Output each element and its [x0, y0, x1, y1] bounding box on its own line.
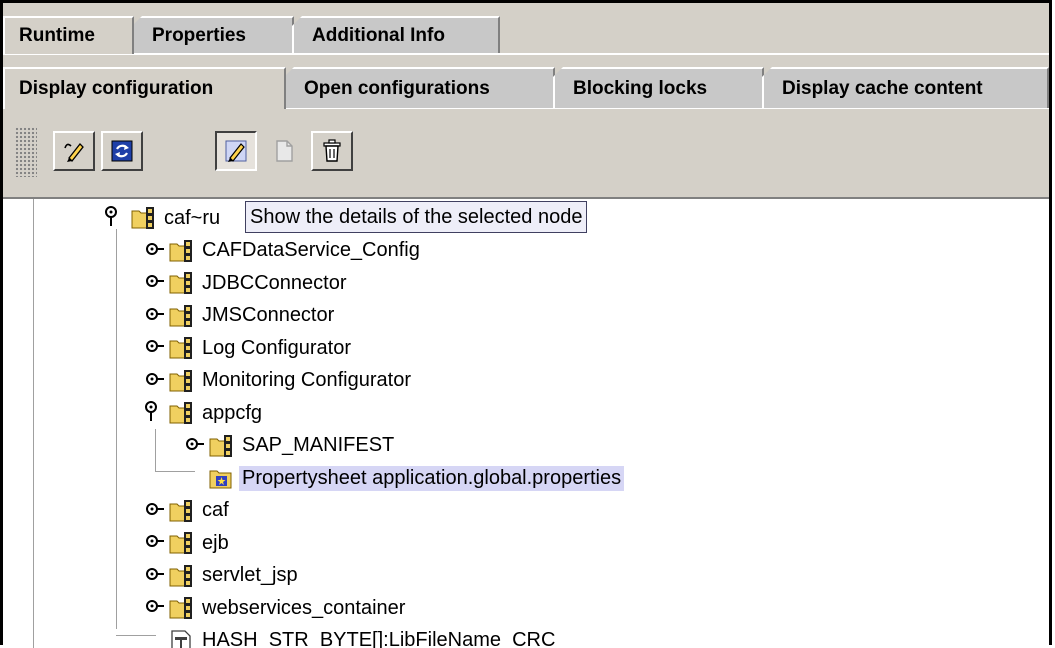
tree-node-label: Monitoring Configurator [199, 368, 414, 393]
sub-tab-bar: Display configuration Open configuration… [3, 67, 1047, 109]
config-folder-icon [169, 564, 193, 588]
tree-node[interactable]: webservices_container [169, 593, 408, 623]
tree-guide-line [155, 471, 195, 472]
file-icon [169, 629, 193, 648]
tab-blocking-locks[interactable]: Blocking locks [553, 67, 764, 109]
tree-node-label: JMSConnector [199, 303, 337, 328]
config-folder-icon [169, 336, 193, 360]
trash-icon [319, 138, 345, 164]
tab-label: Open configurations [304, 78, 490, 100]
tree-guide-line [116, 229, 117, 389]
tab-divider [3, 53, 1049, 55]
tooltip-text: Show the details of the selected node [250, 206, 582, 229]
tree-node-label: Log Configurator [199, 336, 354, 361]
tree-node-label: CAFDataService_Config [199, 238, 423, 263]
expanded-node-toggle-icon[interactable] [103, 205, 123, 227]
new-document-button[interactable] [263, 131, 305, 171]
collapsed-node-toggle-icon[interactable] [145, 368, 165, 390]
edit-mode-icon [61, 138, 87, 164]
tree-guide-line [116, 635, 156, 636]
config-folder-icon [169, 239, 193, 263]
tab-open-configurations[interactable]: Open configurations [284, 67, 555, 109]
tab-additional-info[interactable]: Additional Info [292, 16, 500, 54]
config-folder-icon [209, 434, 233, 458]
main-tab-bar: Runtime Properties Additional Info [3, 16, 498, 54]
edit-mode-button[interactable] [53, 131, 95, 171]
collapsed-node-toggle-icon[interactable] [145, 498, 165, 520]
tab-display-cache-content[interactable]: Display cache content [762, 67, 1049, 109]
tree-guide-line [33, 199, 34, 648]
config-folder-icon [169, 369, 193, 393]
collapsed-node-toggle-icon[interactable] [145, 530, 165, 552]
collapsed-node-toggle-icon[interactable] [185, 433, 205, 455]
tab-label: Additional Info [312, 25, 445, 47]
tab-runtime[interactable]: Runtime [3, 16, 134, 54]
tree-guide-line [155, 429, 156, 471]
collapsed-node-toggle-icon[interactable] [145, 303, 165, 325]
collapsed-node-toggle-icon[interactable] [145, 335, 165, 357]
config-folder-icon [169, 596, 193, 620]
collapsed-node-toggle-icon[interactable] [145, 563, 165, 585]
tab-label: Runtime [19, 25, 95, 47]
tree-node-label: HASH_STR_BYTE[]:LibFileName_CRC [199, 628, 558, 648]
tab-label: Properties [152, 25, 246, 47]
collapsed-node-toggle-icon[interactable] [145, 238, 165, 260]
tree-node-propertysheet[interactable]: Propertysheet application.global.propert… [209, 463, 624, 493]
show-details-button[interactable] [215, 131, 257, 171]
tree-node[interactable]: caf [169, 496, 232, 526]
config-window: Runtime Properties Additional Info Displ… [0, 0, 1052, 645]
pencil-icon [223, 138, 249, 164]
tooltip: Show the details of the selected node [245, 201, 587, 233]
tree-node-label: caf~ru [161, 206, 223, 231]
configuration-tree[interactable]: caf~ru CAFDataService_Config JDBCConnector… [3, 197, 1049, 648]
toolbar [3, 109, 1049, 197]
refresh-button[interactable] [101, 131, 143, 171]
tab-properties[interactable]: Properties [132, 16, 294, 54]
config-folder-icon [169, 499, 193, 523]
tree-node[interactable]: servlet_jsp [169, 561, 301, 591]
tree-node-label: caf [199, 498, 232, 523]
tree-node-label: webservices_container [199, 596, 408, 621]
collapsed-node-toggle-icon[interactable] [145, 270, 165, 292]
tree-node-label: appcfg [199, 401, 265, 426]
expanded-node-toggle-icon[interactable] [143, 400, 163, 422]
config-folder-icon [131, 206, 155, 230]
tree-node[interactable]: CAFDataService_Config [169, 236, 423, 266]
tree-node-appcfg[interactable]: appcfg [169, 398, 265, 428]
delete-button[interactable] [311, 131, 353, 171]
tree-node[interactable]: JDBCConnector [169, 268, 350, 298]
tree-node[interactable]: JMSConnector [169, 301, 337, 331]
collapsed-node-toggle-icon[interactable] [145, 595, 165, 617]
tree-node[interactable]: Log Configurator [169, 333, 354, 363]
propertysheet-icon [209, 466, 233, 490]
tree-guide-line [116, 389, 117, 629]
tree-node[interactable]: ejb [169, 528, 232, 558]
toolbar-grip-handle[interactable] [15, 127, 37, 177]
config-folder-icon [169, 401, 193, 425]
config-folder-icon [169, 271, 193, 295]
tab-display-configuration[interactable]: Display configuration [3, 67, 286, 109]
tree-node-root[interactable]: caf~ru [131, 203, 223, 233]
tab-label: Display configuration [19, 78, 213, 100]
document-icon [271, 138, 297, 164]
tree-node-sap-manifest[interactable]: SAP_MANIFEST [209, 431, 397, 461]
tab-label: Display cache content [782, 78, 983, 100]
tree-node[interactable]: Monitoring Configurator [169, 366, 414, 396]
tree-node-label: SAP_MANIFEST [239, 433, 397, 458]
refresh-icon [109, 138, 135, 164]
tree-node-label: Propertysheet application.global.propert… [239, 466, 624, 491]
tree-node-label: ejb [199, 531, 232, 556]
tab-label: Blocking locks [573, 78, 707, 100]
config-folder-icon [169, 304, 193, 328]
tree-node-label: JDBCConnector [199, 271, 350, 296]
tree-node-label: servlet_jsp [199, 563, 301, 588]
config-folder-icon [169, 531, 193, 555]
